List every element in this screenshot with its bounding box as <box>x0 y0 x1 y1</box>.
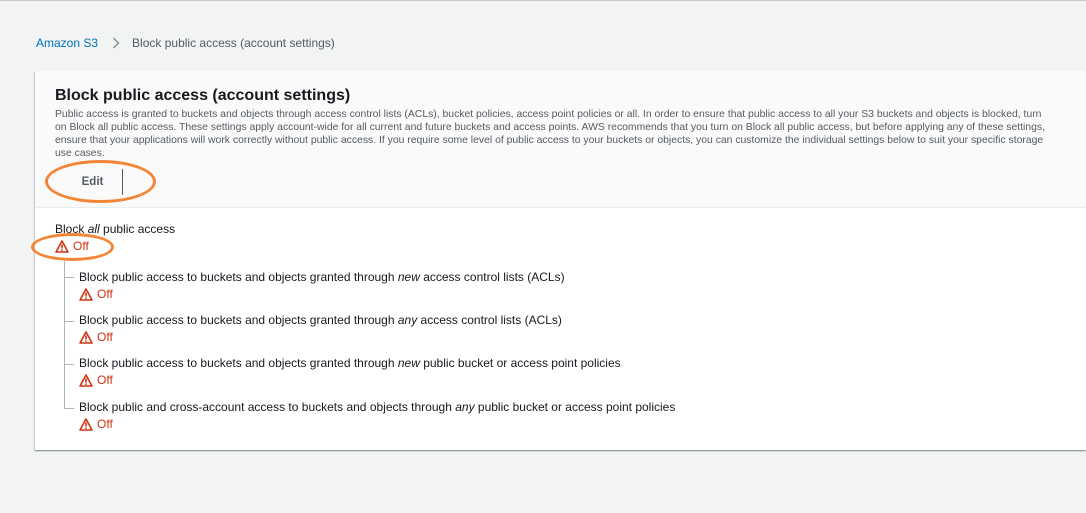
tree-branch <box>64 321 74 322</box>
block-public-access-panel: Block public access (account settings) P… <box>31 71 1086 450</box>
panel-header: Block public access (account settings) P… <box>35 71 1086 208</box>
block-all-status: Off <box>55 239 89 253</box>
setting-status: Off <box>79 417 675 431</box>
tree-connector <box>64 261 65 409</box>
warning-triangle-icon <box>79 330 93 344</box>
panel-description: Public access is granted to buckets and … <box>55 109 1045 159</box>
status-off-text: Off <box>97 287 113 301</box>
setting-label: Block public and cross-account access to… <box>79 400 676 414</box>
status-off-text: Off <box>97 330 113 344</box>
status-off-text: Off <box>97 373 113 387</box>
warning-triangle-icon <box>79 417 93 431</box>
breadcrumb-current: Block public access (account settings) <box>132 36 335 50</box>
warning-triangle-icon <box>55 239 69 253</box>
setting-item-new-policies: Block public access to buckets and objec… <box>79 356 621 387</box>
top-border <box>0 0 1086 1</box>
setting-status: Off <box>79 330 562 344</box>
setting-status: Off <box>79 373 621 387</box>
status-off-text: Off <box>97 417 113 431</box>
setting-item-new-acls: Block public access to buckets and objec… <box>79 270 565 301</box>
setting-label: Block public access to buckets and objec… <box>79 270 565 284</box>
tree-branch <box>64 364 74 365</box>
edit-button[interactable]: Edit <box>63 169 123 195</box>
status-off-text: Off <box>73 239 89 253</box>
chevron-right-icon <box>112 37 120 49</box>
setting-label: Block public access to buckets and objec… <box>79 356 621 370</box>
setting-item-any-policies: Block public and cross-account access to… <box>79 400 675 431</box>
breadcrumb: Amazon S3 Block public access (account s… <box>36 36 335 50</box>
setting-status: Off <box>79 287 565 301</box>
block-all-label: Block all public access <box>55 222 176 236</box>
breadcrumb-amazon-s3-link[interactable]: Amazon S3 <box>36 36 98 50</box>
setting-item-any-acls: Block public access to buckets and objec… <box>79 313 562 344</box>
panel-title: Block public access (account settings) <box>55 87 351 104</box>
warning-triangle-icon <box>79 287 93 301</box>
warning-triangle-icon <box>79 373 93 387</box>
tree-branch <box>64 408 74 409</box>
tree-branch <box>64 277 74 278</box>
setting-label: Block public access to buckets and objec… <box>79 313 562 327</box>
